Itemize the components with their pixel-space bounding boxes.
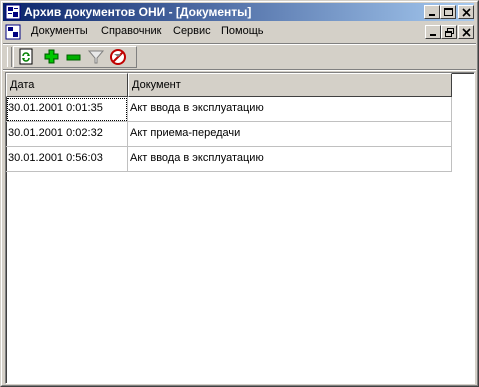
table-cell-date[interactable]: 30.01.2001 0:56:03 xyxy=(6,147,128,172)
app-window: Архив документов ОНИ - [Документы] Докум… xyxy=(0,0,479,387)
table-cell-document[interactable]: Акт ввода в эксплуатацию xyxy=(128,97,452,122)
document-window-icon[interactable] xyxy=(5,24,21,40)
maximize-icon xyxy=(444,8,453,16)
menu-help[interactable]: Помощь xyxy=(221,25,264,37)
minimize-button[interactable] xyxy=(424,5,440,19)
close-icon xyxy=(462,8,471,17)
cancel-filter-icon[interactable] xyxy=(109,48,127,66)
close-button[interactable] xyxy=(458,5,474,19)
refresh-icon[interactable] xyxy=(17,48,35,66)
close-icon xyxy=(462,28,471,37)
cell-text: 30.01.2001 0:56:03 xyxy=(8,152,103,164)
minimize-icon xyxy=(430,34,436,36)
title-bar[interactable]: Архив документов ОНИ - [Документы] xyxy=(3,3,474,21)
maximize-button[interactable] xyxy=(440,5,456,19)
documents-table: Дата Документ 30.01.2001 0:01:35 Акт вво… xyxy=(5,72,475,384)
remove-icon[interactable] xyxy=(65,48,83,66)
add-icon[interactable] xyxy=(43,48,61,66)
menu-documents[interactable]: Документы xyxy=(31,25,88,37)
filter-icon[interactable] xyxy=(87,48,105,66)
app-icon xyxy=(5,4,21,20)
minimize-icon xyxy=(429,14,435,16)
column-header-document[interactable]: Документ xyxy=(128,73,452,97)
menu-service[interactable]: Сервис xyxy=(173,25,211,37)
window-title: Архив документов ОНИ - [Документы] xyxy=(24,5,252,19)
child-minimize-button[interactable] xyxy=(425,25,441,39)
menu-bar: Документы Справочник Сервис Помощь xyxy=(3,22,474,41)
cell-text: Акт ввода в эксплуатацию xyxy=(130,152,264,164)
table-row[interactable]: 30.01.2001 0:56:03 Акт ввода в эксплуата… xyxy=(6,147,452,172)
toolbar xyxy=(3,43,476,71)
table-cell-date[interactable]: 30.01.2001 0:01:35 xyxy=(6,97,128,122)
column-header-date-label: Дата xyxy=(10,79,35,91)
cell-text: 30.01.2001 0:01:35 xyxy=(8,102,103,114)
table-cell-document[interactable]: Акт ввода в эксплуатацию xyxy=(128,147,452,172)
cell-text: Акт ввода в эксплуатацию xyxy=(130,102,264,114)
column-header-date[interactable]: Дата xyxy=(6,73,128,97)
cell-text: Акт приема-передачи xyxy=(130,127,241,139)
column-header-document-label: Документ xyxy=(132,79,181,91)
child-close-button[interactable] xyxy=(458,25,474,39)
cell-text: 30.01.2001 0:02:32 xyxy=(8,127,103,139)
restore-icon xyxy=(445,28,454,37)
table-row[interactable]: 30.01.2001 0:02:32 Акт приема-передачи xyxy=(6,122,452,147)
toolbar-grip[interactable] xyxy=(7,47,12,67)
menu-reference[interactable]: Справочник xyxy=(101,25,162,37)
table-row[interactable]: 30.01.2001 0:01:35 Акт ввода в эксплуата… xyxy=(6,97,452,122)
table-cell-document[interactable]: Акт приема-передачи xyxy=(128,122,452,147)
table-cell-date[interactable]: 30.01.2001 0:02:32 xyxy=(6,122,128,147)
child-restore-button[interactable] xyxy=(441,25,457,39)
